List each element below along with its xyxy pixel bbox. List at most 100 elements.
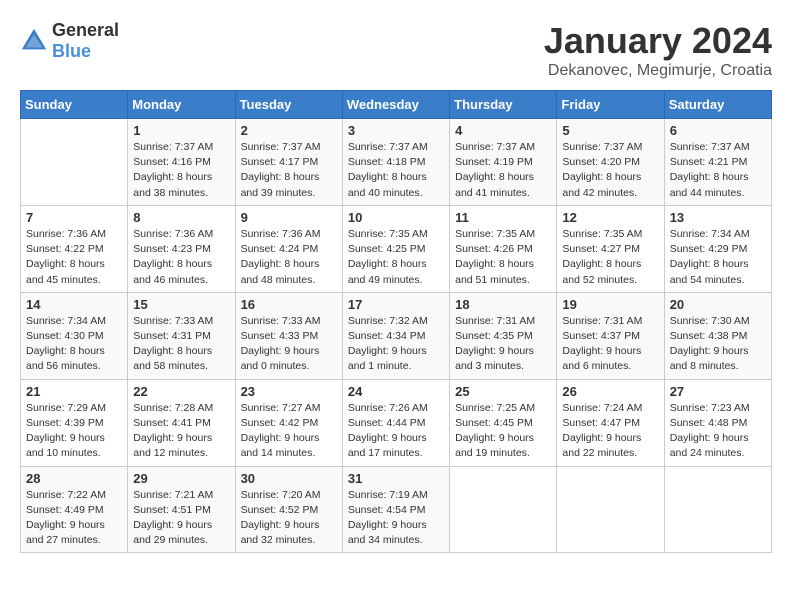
- day-info: Sunrise: 7:31 AMSunset: 4:35 PMDaylight:…: [455, 314, 551, 375]
- calendar-cell: 28Sunrise: 7:22 AMSunset: 4:49 PMDayligh…: [21, 466, 128, 553]
- day-info: Sunrise: 7:21 AMSunset: 4:51 PMDaylight:…: [133, 488, 229, 549]
- week-row-4: 21 Sunrise: 7:29 AMSunset: 4:39 PMDayligh…: [21, 379, 772, 466]
- day-info: Sunrise: 7:28 AMSunset: 4:41 PMDaylight:…: [133, 401, 229, 462]
- day-info: Sunrise: 7:33 AMSunset: 4:33 PMDaylight:…: [241, 314, 337, 375]
- weekday-header-monday: Monday: [128, 91, 235, 119]
- day-number: 26: [562, 384, 658, 399]
- day-number: 13: [670, 210, 766, 225]
- day-info: Sunrise: 7:36 AMSunset: 4:22 PMDaylight:…: [26, 227, 122, 288]
- day-number: 29: [133, 471, 229, 486]
- day-info: Sunrise: 7:37 AMSunset: 4:21 PMDaylight:…: [670, 140, 766, 201]
- day-info: Sunrise: 7:35 AMSunset: 4:27 PMDaylight:…: [562, 227, 658, 288]
- calendar-cell: 3 Sunrise: 7:37 AMSunset: 4:18 PMDaylight…: [342, 119, 449, 206]
- logo-text: General Blue: [52, 20, 119, 62]
- week-row-2: 7 Sunrise: 7:36 AMSunset: 4:22 PMDaylight…: [21, 205, 772, 292]
- calendar-cell: 15Sunrise: 7:33 AMSunset: 4:31 PMDayligh…: [128, 292, 235, 379]
- calendar-cell: 10 Sunrise: 7:35 AMSunset: 4:25 PMDayligh…: [342, 205, 449, 292]
- day-number: 30: [241, 471, 337, 486]
- day-info: Sunrise: 7:24 AMSunset: 4:47 PMDaylight:…: [562, 401, 658, 462]
- day-number: 28: [26, 471, 122, 486]
- day-number: 7: [26, 210, 122, 225]
- calendar-location: Dekanovec, Megimurje, Croatia: [544, 62, 772, 80]
- day-info: Sunrise: 7:19 AMSunset: 4:54 PMDaylight:…: [348, 488, 444, 549]
- week-row-1: 1Sunrise: 7:37 AMSunset: 4:16 PMDaylight…: [21, 119, 772, 206]
- day-info: Sunrise: 7:29 AMSunset: 4:39 PMDaylight:…: [26, 401, 122, 462]
- calendar-cell: 30Sunrise: 7:20 AMSunset: 4:52 PMDayligh…: [235, 466, 342, 553]
- weekday-header-saturday: Saturday: [664, 91, 771, 119]
- logo: General Blue: [20, 20, 119, 62]
- calendar-cell: 18 Sunrise: 7:31 AMSunset: 4:35 PMDayligh…: [450, 292, 557, 379]
- weekday-header-friday: Friday: [557, 91, 664, 119]
- calendar-cell: 21 Sunrise: 7:29 AMSunset: 4:39 PMDayligh…: [21, 379, 128, 466]
- day-number: 21: [26, 384, 122, 399]
- day-info: Sunrise: 7:37 AMSunset: 4:17 PMDaylight:…: [241, 140, 337, 201]
- day-info: Sunrise: 7:31 AMSunset: 4:37 PMDaylight:…: [562, 314, 658, 375]
- calendar-cell: 20 Sunrise: 7:30 AMSunset: 4:38 PMDayligh…: [664, 292, 771, 379]
- weekday-row: SundayMondayTuesdayWednesdayThursdayFrid…: [21, 91, 772, 119]
- day-number: 10: [348, 210, 444, 225]
- calendar-cell: 1Sunrise: 7:37 AMSunset: 4:16 PMDaylight…: [128, 119, 235, 206]
- weekday-header-wednesday: Wednesday: [342, 91, 449, 119]
- calendar-cell: 22 Sunrise: 7:28 AMSunset: 4:41 PMDayligh…: [128, 379, 235, 466]
- day-info: Sunrise: 7:30 AMSunset: 4:38 PMDaylight:…: [670, 314, 766, 375]
- day-number: 14: [26, 297, 122, 312]
- calendar-cell: 24 Sunrise: 7:26 AMSunset: 4:44 PMDayligh…: [342, 379, 449, 466]
- day-number: 27: [670, 384, 766, 399]
- day-number: 8: [133, 210, 229, 225]
- day-info: Sunrise: 7:23 AMSunset: 4:48 PMDaylight:…: [670, 401, 766, 462]
- day-info: Sunrise: 7:34 AMSunset: 4:30 PMDaylight:…: [26, 314, 122, 375]
- day-info: Sunrise: 7:36 AMSunset: 4:24 PMDaylight:…: [241, 227, 337, 288]
- day-number: 20: [670, 297, 766, 312]
- day-info: Sunrise: 7:35 AMSunset: 4:25 PMDaylight:…: [348, 227, 444, 288]
- day-number: 25: [455, 384, 551, 399]
- calendar-cell: 17 Sunrise: 7:32 AMSunset: 4:34 PMDayligh…: [342, 292, 449, 379]
- day-number: 12: [562, 210, 658, 225]
- calendar-cell: 25 Sunrise: 7:25 AMSunset: 4:45 PMDayligh…: [450, 379, 557, 466]
- calendar-cell: [664, 466, 771, 553]
- calendar-cell: 29 Sunrise: 7:21 AMSunset: 4:51 PMDayligh…: [128, 466, 235, 553]
- calendar-cell: [557, 466, 664, 553]
- calendar-cell: 16 Sunrise: 7:33 AMSunset: 4:33 PMDayligh…: [235, 292, 342, 379]
- day-info: Sunrise: 7:37 AMSunset: 4:20 PMDaylight:…: [562, 140, 658, 201]
- day-info: Sunrise: 7:32 AMSunset: 4:34 PMDaylight:…: [348, 314, 444, 375]
- logo-icon: [20, 27, 48, 55]
- day-number: 31: [348, 471, 444, 486]
- calendar-cell: 23Sunrise: 7:27 AMSunset: 4:42 PMDayligh…: [235, 379, 342, 466]
- day-number: 16: [241, 297, 337, 312]
- calendar-cell: 31 Sunrise: 7:19 AMSunset: 4:54 PMDayligh…: [342, 466, 449, 553]
- day-number: 23: [241, 384, 337, 399]
- day-number: 22: [133, 384, 229, 399]
- day-info: Sunrise: 7:36 AMSunset: 4:23 PMDaylight:…: [133, 227, 229, 288]
- day-number: 18: [455, 297, 551, 312]
- day-info: Sunrise: 7:34 AMSunset: 4:29 PMDaylight:…: [670, 227, 766, 288]
- day-info: Sunrise: 7:35 AMSunset: 4:26 PMDaylight:…: [455, 227, 551, 288]
- calendar-title: January 2024: [544, 20, 772, 62]
- day-number: 19: [562, 297, 658, 312]
- calendar-cell: 6 Sunrise: 7:37 AMSunset: 4:21 PMDaylight…: [664, 119, 771, 206]
- calendar-cell: [450, 466, 557, 553]
- day-info: Sunrise: 7:37 AMSunset: 4:19 PMDaylight:…: [455, 140, 551, 201]
- day-number: 4: [455, 123, 551, 138]
- calendar-cell: 9Sunrise: 7:36 AMSunset: 4:24 PMDaylight…: [235, 205, 342, 292]
- day-info: Sunrise: 7:37 AMSunset: 4:16 PMDaylight:…: [133, 140, 229, 201]
- week-row-5: 28Sunrise: 7:22 AMSunset: 4:49 PMDayligh…: [21, 466, 772, 553]
- calendar-cell: 7 Sunrise: 7:36 AMSunset: 4:22 PMDaylight…: [21, 205, 128, 292]
- day-number: 3: [348, 123, 444, 138]
- calendar-header: SundayMondayTuesdayWednesdayThursdayFrid…: [21, 91, 772, 119]
- day-number: 5: [562, 123, 658, 138]
- calendar-cell: 11 Sunrise: 7:35 AMSunset: 4:26 PMDayligh…: [450, 205, 557, 292]
- day-number: 24: [348, 384, 444, 399]
- day-info: Sunrise: 7:25 AMSunset: 4:45 PMDaylight:…: [455, 401, 551, 462]
- day-number: 11: [455, 210, 551, 225]
- day-info: Sunrise: 7:37 AMSunset: 4:18 PMDaylight:…: [348, 140, 444, 201]
- weekday-header-sunday: Sunday: [21, 91, 128, 119]
- day-number: 15: [133, 297, 229, 312]
- calendar-cell: 2 Sunrise: 7:37 AMSunset: 4:17 PMDaylight…: [235, 119, 342, 206]
- day-number: 17: [348, 297, 444, 312]
- calendar-cell: 26 Sunrise: 7:24 AMSunset: 4:47 PMDayligh…: [557, 379, 664, 466]
- day-number: 2: [241, 123, 337, 138]
- calendar-body: 1Sunrise: 7:37 AMSunset: 4:16 PMDaylight…: [21, 119, 772, 553]
- day-number: 6: [670, 123, 766, 138]
- day-info: Sunrise: 7:26 AMSunset: 4:44 PMDaylight:…: [348, 401, 444, 462]
- page-header: General Blue January 2024 Dekanovec, Meg…: [20, 20, 772, 80]
